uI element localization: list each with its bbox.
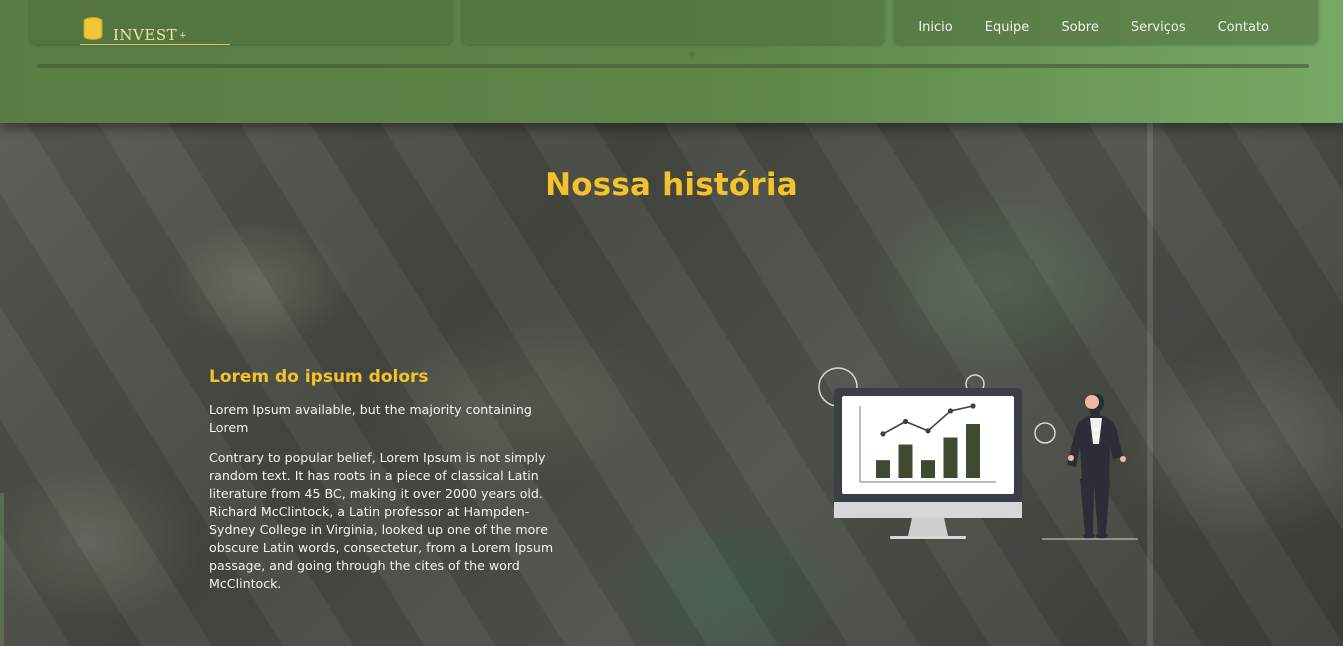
- brand-logo[interactable]: INVEST +: [80, 16, 235, 48]
- story-intro: Lorem Ipsum available, but the majority …: [209, 402, 532, 435]
- nav-link-inicio[interactable]: Inicio: [918, 20, 952, 35]
- chart-bar: [898, 444, 913, 478]
- illustration-svg: [818, 367, 1138, 540]
- chart-point: [925, 428, 931, 434]
- nav-link-equipe[interactable]: Equipe: [985, 20, 1030, 35]
- nav-link-servicos[interactable]: Serviços: [1131, 20, 1186, 35]
- chart-bar: [943, 437, 958, 478]
- brand-name: INVEST: [113, 26, 178, 44]
- chart-bar: [921, 460, 935, 478]
- chart-point: [880, 431, 886, 437]
- nav-link-contato[interactable]: Contato: [1218, 20, 1269, 35]
- navbar: INVEST + Inicio Equipe Sobre Serviços Co…: [0, 0, 1343, 62]
- story-body: Contrary to popular belief, Lorem Ipsum …: [209, 450, 554, 591]
- chart-point: [947, 408, 954, 414]
- chart-point: [902, 418, 909, 425]
- monitor-screen: [842, 396, 1014, 494]
- monitor-base: [890, 536, 966, 539]
- chart-point: [970, 403, 976, 409]
- decor-circle: [1034, 422, 1056, 444]
- logo-underline: [80, 44, 230, 45]
- history-section: Nossa história Lorem do ipsum dolors Lor…: [0, 123, 1343, 646]
- person-figure: [1042, 394, 1138, 540]
- story-text: Lorem do ipsum dolors Lorem Ipsum availa…: [209, 367, 569, 605]
- monitor-bezel: [834, 502, 1022, 518]
- brand-suffix: +: [179, 31, 187, 41]
- nav-menu: Inicio Equipe Sobre Serviços Contato: [918, 20, 1269, 35]
- chart-bar: [876, 460, 890, 478]
- coins-icon: [83, 17, 103, 40]
- monitor-stand: [908, 518, 948, 536]
- carousel-track: [37, 64, 1309, 68]
- analytics-illustration: [810, 366, 1150, 570]
- story-heading: Lorem do ipsum dolors: [209, 367, 429, 387]
- nav-link-sobre[interactable]: Sobre: [1061, 20, 1099, 35]
- section-title: Nossa história: [545, 167, 798, 203]
- chart-bar: [966, 424, 980, 478]
- background-edge: [0, 493, 4, 646]
